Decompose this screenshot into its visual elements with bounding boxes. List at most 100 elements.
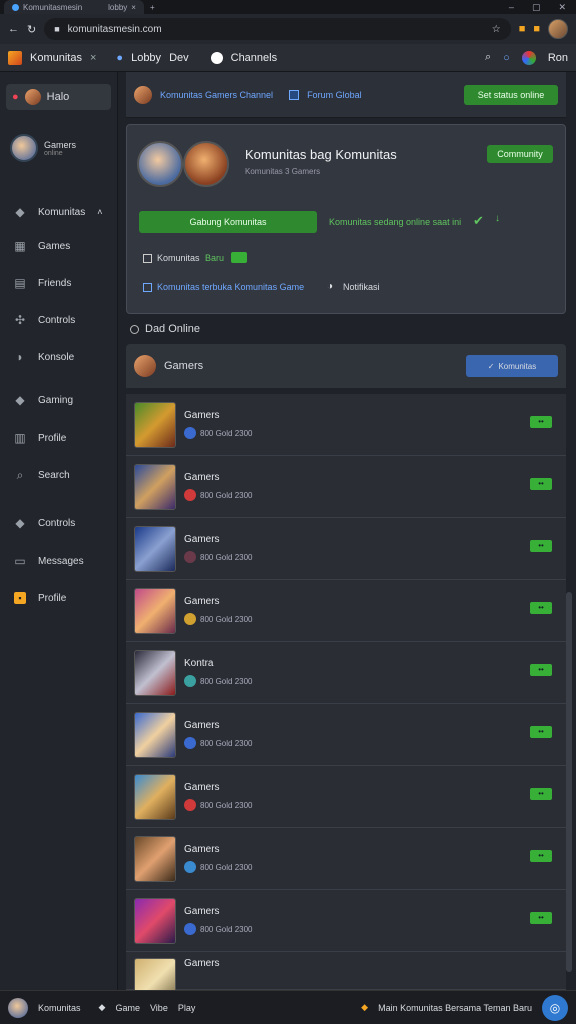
member-list: Gamers 800 Gold 2300 •• Gamers 800 Gold 23… xyxy=(126,388,566,1004)
promo-icon: ◆ xyxy=(361,1002,369,1012)
sidebar-profile[interactable]: Gamers online xyxy=(0,110,117,162)
action-tag[interactable]: •• xyxy=(530,850,552,862)
checkbox-icon[interactable] xyxy=(289,89,300,100)
sidebar-item-messages[interactable]: ▭ Messages xyxy=(0,551,118,571)
controller-icon: ◆ xyxy=(15,516,25,530)
maximize-icon[interactable]: ▢ xyxy=(532,2,541,13)
list-item[interactable]: Gamers 800 Gold 2300 •• xyxy=(126,828,566,890)
action-tag[interactable]: •• xyxy=(530,726,552,738)
lobby-icon: ● xyxy=(116,51,124,64)
app-logo-icon xyxy=(8,50,22,65)
action-tag[interactable]: •• xyxy=(530,912,552,924)
row-name: Gamers xyxy=(184,906,220,917)
link-icon xyxy=(143,283,152,292)
join-button[interactable]: Gabung Komunitas xyxy=(139,211,317,233)
url-text: komunitasmesin.com xyxy=(67,23,162,35)
list-header-avatar xyxy=(134,355,156,377)
edit-icon[interactable] xyxy=(231,252,247,263)
user-name[interactable]: Ron xyxy=(548,52,568,64)
sidebar-item-profile[interactable]: ▥ Profile xyxy=(0,428,118,448)
sidebar-item-search[interactable]: ⌕ Search xyxy=(0,465,118,485)
bookmark-star-icon[interactable]: ☆ xyxy=(492,24,501,35)
app-name: Komunitas xyxy=(30,51,82,64)
list-item[interactable]: Gamers 800 Gold 2300 •• xyxy=(126,704,566,766)
bottom-avatar[interactable] xyxy=(8,997,28,1018)
bars-icon: ▥ xyxy=(14,431,26,445)
action-tag[interactable]: •• xyxy=(530,478,552,490)
gamepad-icon: ✣ xyxy=(14,313,26,327)
back-icon[interactable]: ← xyxy=(8,23,19,35)
bottom-link-a[interactable]: Game xyxy=(115,1003,140,1013)
sidebar-item-label: Friends xyxy=(38,277,72,289)
browser-tab[interactable]: Komunitasmesin lobby × xyxy=(4,0,144,14)
komunitas-button[interactable]: ✓ Komunitas xyxy=(466,355,558,377)
close-icon[interactable]: × xyxy=(90,52,96,64)
action-tag[interactable]: •• xyxy=(530,416,552,428)
sidebar-item-profile-2[interactable]: ▪ Profile xyxy=(0,588,118,608)
sidebar-item-label: Search xyxy=(38,469,70,481)
arrow-down-icon: ↓ xyxy=(495,213,500,224)
bottom-user[interactable]: Komunitas xyxy=(38,1003,81,1013)
coin-icon xyxy=(184,737,196,749)
user-avatar[interactable] xyxy=(521,50,536,65)
close-tab-icon[interactable]: × xyxy=(131,3,136,12)
minimize-icon[interactable]: – xyxy=(509,2,514,13)
profile-avatar[interactable] xyxy=(548,19,568,39)
close-window-icon[interactable]: ✕ xyxy=(558,2,566,13)
list-item[interactable]: Kontra 800 Gold 2300 •• xyxy=(126,642,566,704)
action-tag[interactable]: •• xyxy=(530,602,552,614)
action-tag[interactable]: •• xyxy=(530,788,552,800)
new-tab-icon[interactable]: + xyxy=(150,3,155,12)
dev-link[interactable]: Dev xyxy=(169,52,189,64)
checkbox-icon[interactable] xyxy=(143,254,152,263)
row-name: Gamers xyxy=(184,720,220,731)
community-button[interactable]: Community xyxy=(487,145,553,163)
banner-text[interactable]: Komunitas Gamers Channel xyxy=(160,90,273,100)
game-thumbnail xyxy=(134,835,176,882)
sidebar-item-gaming[interactable]: ◆ Gaming xyxy=(0,390,118,410)
bottom-link-b[interactable]: Vibe xyxy=(150,1003,168,1013)
sidebar-item-controls[interactable]: ✣ Controls xyxy=(0,310,118,330)
list-item[interactable]: Gamers 800 Gold 2300 •• xyxy=(126,890,566,952)
list-item[interactable]: Gamers 800 Gold 2300 •• xyxy=(126,766,566,828)
list-item[interactable]: Gamers 800 Gold 2300 •• xyxy=(126,518,566,580)
action-tag[interactable]: •• xyxy=(530,664,552,676)
window-titlebar: Komunitasmesin lobby × + – ▢ ✕ xyxy=(0,0,576,14)
bottom-link-c[interactable]: Play xyxy=(178,1003,196,1013)
url-field[interactable]: ■ komunitasmesin.com ☆ xyxy=(44,18,511,40)
komunitas-button-label: Komunitas xyxy=(498,361,537,371)
search-icon[interactable]: ⌕ xyxy=(485,51,491,64)
sidebar-item-label: Messages xyxy=(38,555,84,567)
coin-icon xyxy=(184,675,196,687)
set-status-button[interactable]: Set status online xyxy=(464,84,558,105)
list-item[interactable]: Gamers xyxy=(126,952,566,1004)
lobby-link[interactable]: Lobby xyxy=(131,52,161,64)
sidebar-item-konsole[interactable]: ◗ Konsole xyxy=(0,347,118,367)
coin-icon xyxy=(184,923,196,935)
notif-label[interactable]: Notifikasi xyxy=(343,282,380,292)
sidebar-section-komunitas[interactable]: ◆ Komunitas ˄ xyxy=(0,202,118,222)
banner-check-label: Forum Global xyxy=(307,89,362,100)
extension2-icon[interactable]: ■ xyxy=(533,23,540,35)
community-link[interactable]: Komunitas terbuka Komunitas Game xyxy=(157,282,304,292)
list-item[interactable]: Gamers 800 Gold 2300 •• xyxy=(126,394,566,456)
controller-icon: ◆ xyxy=(15,393,25,407)
action-tag[interactable]: •• xyxy=(530,540,552,552)
scrollbar[interactable] xyxy=(566,592,572,972)
sidebar-item-friends[interactable]: ▤ Friends xyxy=(0,273,118,293)
sidebar-home[interactable]: ● Halo xyxy=(6,84,111,110)
reload-icon[interactable]: ↻ xyxy=(27,23,36,36)
channels-icon xyxy=(210,51,223,64)
channels-link[interactable]: Channels xyxy=(231,52,277,64)
list-item[interactable]: Gamers 800 Gold 2300 •• xyxy=(126,580,566,642)
chat-bubble-icon[interactable]: ◎ xyxy=(542,994,568,1021)
list-item[interactable]: Gamers 800 Gold 2300 •• xyxy=(126,456,566,518)
coin-icon xyxy=(184,861,196,873)
sidebar-item-games[interactable]: ▦ Games xyxy=(0,236,118,256)
tab2-title[interactable]: lobby xyxy=(108,3,127,12)
row-name: Kontra xyxy=(184,658,214,669)
game-thumbnail xyxy=(134,711,176,758)
notification-icon[interactable]: ○ xyxy=(503,52,510,64)
sidebar-item-controls-2[interactable]: ◆ Controls xyxy=(0,513,118,533)
extension-icon[interactable]: ■ xyxy=(519,23,526,35)
